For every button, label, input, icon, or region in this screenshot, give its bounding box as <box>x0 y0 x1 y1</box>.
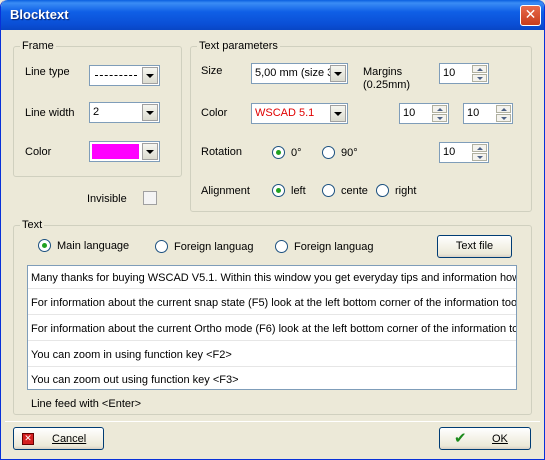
align-center-label[interactable]: center <box>341 185 368 198</box>
line-type-label: Line type <box>25 66 70 78</box>
size-label: Size <box>201 65 223 77</box>
blocktext-dialog: Blocktext ✕ Frame Line type Line width 2… <box>0 0 545 460</box>
lang-foreign-1-radio[interactable] <box>155 240 168 253</box>
title-bar[interactable]: Blocktext ✕ <box>1 0 544 30</box>
margins-value-3: 10 <box>467 107 480 119</box>
rotation-value: 10 <box>443 146 456 158</box>
alignment-label: Alignment <box>201 185 250 197</box>
lang-foreign-2-label[interactable]: Foreign language <box>294 241 374 254</box>
rotation-0-radio[interactable] <box>272 146 285 159</box>
size-value: 5,00 mm (size 3) <box>255 67 337 79</box>
text-color-dropdown[interactable]: WSCAD 5.1 <box>251 103 348 124</box>
frame-color-swatch <box>92 144 139 159</box>
dashed-line-preview <box>95 75 137 76</box>
stepper-arrows[interactable] <box>432 105 447 122</box>
arrow-down-icon[interactable] <box>472 153 487 161</box>
blocktext-textarea[interactable]: Many thanks for buying WSCAD V5.1. Withi… <box>27 265 517 390</box>
chevron-down-icon[interactable] <box>330 105 346 122</box>
line-width-label: Line width <box>25 107 75 119</box>
arrow-down-icon[interactable] <box>432 114 447 122</box>
align-left-label[interactable]: left <box>291 185 306 198</box>
frame-color-dropdown[interactable] <box>89 141 160 162</box>
arrow-up-icon[interactable] <box>496 105 511 113</box>
rotation-90-label[interactable]: 90° <box>341 147 358 160</box>
cancel-icon: ✕ <box>22 433 34 445</box>
line-separator <box>28 288 516 289</box>
cancel-button[interactable]: ✕ Cancel <box>13 427 104 450</box>
text-parameters-legend: Text parameters <box>197 40 280 53</box>
text-line: Many thanks for buying WSCAD V5.1. Withi… <box>31 272 517 284</box>
invisible-checkbox[interactable] <box>143 191 157 205</box>
lang-main-label[interactable]: Main language <box>57 240 129 253</box>
stepper-arrows[interactable] <box>472 65 487 82</box>
frame-color-label: Color <box>25 146 52 158</box>
margins-value-1: 10 <box>443 67 456 79</box>
rotation-0-label[interactable]: 0° <box>291 147 302 160</box>
line-width-dropdown[interactable]: 2 <box>89 102 160 123</box>
text-line: You can zoom in using function key <F2> <box>31 349 232 361</box>
chevron-down-icon[interactable] <box>330 65 346 82</box>
close-button[interactable]: ✕ <box>520 5 541 26</box>
frame-legend: Frame <box>20 40 56 53</box>
chevron-down-icon[interactable] <box>142 67 158 84</box>
chevron-down-icon[interactable] <box>142 143 158 160</box>
line-separator <box>28 340 516 341</box>
margins-stepper-1[interactable]: 10 <box>439 63 489 84</box>
line-feed-hint: Line feed with <Enter> <box>31 398 142 410</box>
align-right-label[interactable]: right <box>395 185 416 198</box>
cancel-label: Cancel <box>52 433 87 445</box>
rotation-stepper[interactable]: 10 <box>439 142 489 163</box>
margins-stepper-2[interactable]: 10 <box>399 103 449 124</box>
divider <box>5 421 540 422</box>
line-width-value: 2 <box>93 106 100 118</box>
margins-label: Margins <box>363 66 403 78</box>
arrow-up-icon[interactable] <box>432 105 447 113</box>
text-color-label: Color <box>201 107 228 119</box>
margins-stepper-3[interactable]: 10 <box>463 103 513 124</box>
line-separator <box>28 314 516 315</box>
stepper-arrows[interactable] <box>496 105 511 122</box>
arrow-down-icon[interactable] <box>496 114 511 122</box>
align-center-radio[interactable] <box>322 184 335 197</box>
text-file-button[interactable]: Text file <box>437 235 512 258</box>
text-line: For information about the current snap s… <box>31 297 517 309</box>
text-legend: Text <box>20 219 45 232</box>
lang-foreign-1-label[interactable]: Foreign language <box>174 241 254 254</box>
chevron-down-icon[interactable] <box>142 104 158 121</box>
ok-button[interactable]: ✔ OK <box>439 427 531 450</box>
text-color-value: WSCAD 5.1 <box>255 107 315 119</box>
ok-label: OK <box>492 433 508 445</box>
window-title: Blocktext <box>10 7 69 22</box>
size-dropdown[interactable]: 5,00 mm (size 3) <box>251 63 348 84</box>
line-type-dropdown[interactable] <box>89 65 160 86</box>
stepper-arrows[interactable] <box>472 144 487 161</box>
text-line: For information about the current Ortho … <box>31 323 517 335</box>
lang-foreign-2-radio[interactable] <box>275 240 288 253</box>
arrow-up-icon[interactable] <box>472 65 487 73</box>
align-left-radio[interactable] <box>272 184 285 197</box>
align-right-radio[interactable] <box>376 184 389 197</box>
margins-unit-label: (0.25mm) <box>363 79 411 91</box>
lang-main-radio[interactable] <box>38 239 51 252</box>
rotation-90-radio[interactable] <box>322 146 335 159</box>
text-line: You can zoom out using function key <F3> <box>31 374 239 386</box>
rotation-label: Rotation <box>201 146 242 158</box>
arrow-up-icon[interactable] <box>472 144 487 152</box>
arrow-down-icon[interactable] <box>472 74 487 82</box>
line-separator <box>28 366 516 367</box>
margins-value-2: 10 <box>403 107 416 119</box>
check-icon: ✔ <box>454 429 467 447</box>
invisible-label: Invisible <box>87 193 127 205</box>
